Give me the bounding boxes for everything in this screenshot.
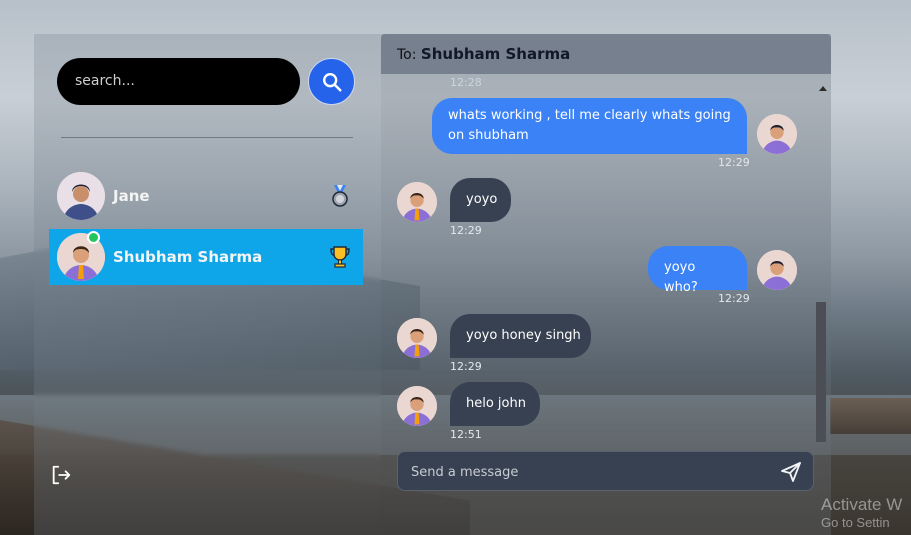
chat-panel: To: Shubham Sharma 12:28 whats working ,… [381, 34, 831, 535]
contact-item-shubham-sharma[interactable]: Shubham Sharma [49, 229, 363, 285]
message-input[interactable] [409, 452, 773, 492]
avatar [757, 250, 797, 290]
avatar [397, 318, 437, 358]
message-bubble-outgoing: whats working , tell me clearly whats go… [432, 98, 747, 154]
sidebar-divider [61, 137, 353, 138]
logout-button[interactable] [50, 464, 72, 486]
online-indicator [87, 231, 100, 244]
contact-name: Shubham Sharma [113, 248, 263, 266]
avatar [757, 114, 797, 154]
avatar [57, 172, 105, 220]
send-icon [781, 462, 801, 482]
message-time: 12:29 [450, 224, 482, 237]
recipient-name: Shubham Sharma [420, 45, 571, 63]
message-time: 12:29 [718, 292, 750, 305]
logout-icon [52, 465, 71, 485]
send-button[interactable] [779, 460, 803, 484]
scroll-up-arrow[interactable] [819, 86, 827, 91]
trophy-icon [327, 244, 353, 270]
message-time: 12:29 [450, 360, 482, 373]
message-time: 12:28 [450, 76, 482, 89]
message-bubble-incoming: yoyo [450, 178, 511, 222]
contact-item-jane[interactable]: Jane [49, 168, 363, 224]
search-button[interactable] [308, 58, 355, 105]
contact-name: Jane [113, 187, 150, 205]
message-time: 12:51 [450, 428, 482, 441]
avatar [397, 386, 437, 426]
windows-activation-watermark: Activate W Go to Settin [821, 495, 902, 530]
message-time: 12:29 [718, 156, 750, 169]
search-box[interactable] [57, 58, 300, 105]
avatar [397, 182, 437, 222]
medal-icon [327, 183, 353, 209]
message-bubble-incoming: yoyo honey singh [450, 314, 591, 358]
message-bubble-incoming: helo john [450, 382, 540, 426]
search-input[interactable] [73, 72, 288, 90]
sidebar: Jane Shubham Sharma [34, 34, 381, 535]
search-icon [322, 72, 342, 92]
recipient-label: To: [397, 47, 417, 63]
message-bubble-outgoing: yoyo who? [648, 246, 747, 295]
scrollbar-thumb[interactable] [816, 302, 826, 442]
message-composer [397, 451, 814, 492]
watermark-line-1: Activate W [821, 495, 903, 514]
background-dock [830, 398, 911, 434]
watermark-line-2: Go to Settin [821, 515, 890, 530]
chat-header: To: Shubham Sharma [381, 34, 831, 74]
